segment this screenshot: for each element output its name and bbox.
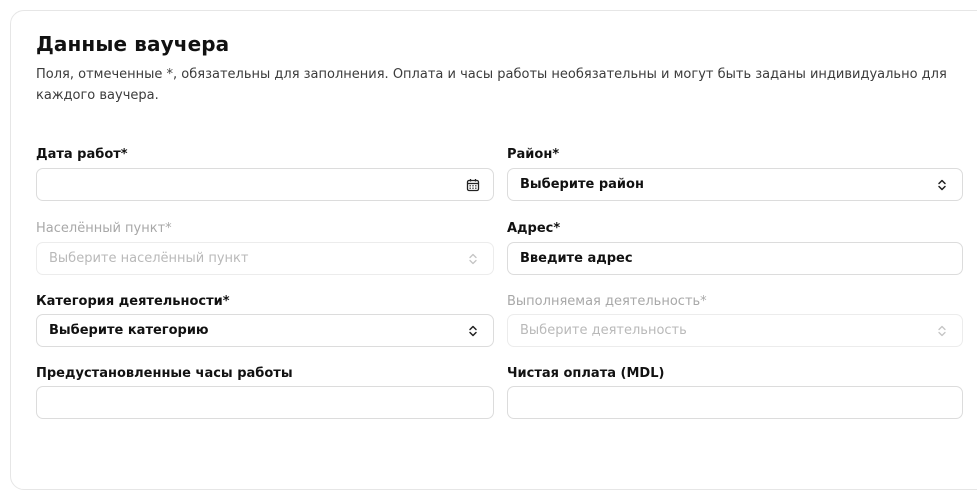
work-date-input[interactable] [36, 168, 494, 201]
performed-activity-label: Выполняемая деятельность* [507, 294, 707, 309]
chevron-updown-icon [934, 177, 950, 193]
district-select-value: Выберите район [520, 177, 644, 192]
calendar-icon[interactable] [465, 177, 481, 193]
address-label: Адрес* [507, 221, 561, 236]
chevron-updown-icon [465, 323, 481, 339]
locality-select[interactable]: Выберите населённый пункт [36, 242, 494, 275]
chevron-updown-icon [465, 251, 481, 267]
performed-activity-select[interactable]: Выберите деятельность [507, 314, 963, 347]
preset-hours-label: Предустановленные часы работы [36, 366, 293, 381]
district-label: Район* [507, 147, 560, 162]
chevron-updown-icon [934, 323, 950, 339]
activity-category-label: Категория деятельности* [36, 294, 230, 309]
locality-label: Населённый пункт* [36, 221, 172, 236]
preset-hours-input[interactable] [36, 386, 494, 419]
section-description: Поля, отмеченные *, обязательны для запо… [36, 67, 947, 103]
address-placeholder: Введите адрес [520, 251, 633, 266]
work-date-label: Дата работ* [36, 147, 128, 162]
address-input[interactable]: Введите адрес [507, 242, 963, 275]
section-title: Данные ваучера [36, 32, 230, 56]
activity-category-select[interactable]: Выберите категорию [36, 314, 494, 347]
activity-category-value: Выберите категорию [49, 323, 209, 338]
locality-select-value: Выберите населённый пункт [49, 251, 249, 266]
district-select[interactable]: Выберите район [507, 168, 963, 201]
performed-activity-value: Выберите деятельность [520, 323, 687, 338]
net-pay-label: Чистая оплата (MDL) [507, 366, 665, 381]
net-pay-input[interactable] [507, 386, 963, 419]
